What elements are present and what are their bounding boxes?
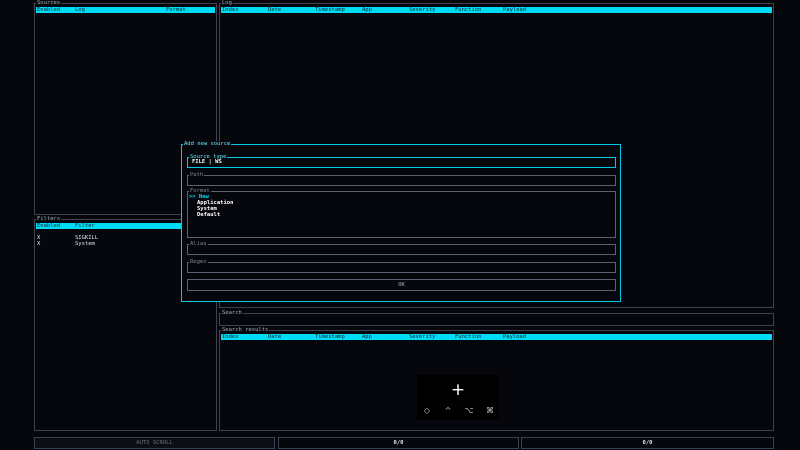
shift-key-icon[interactable]: ◇ [421,406,433,415]
column-header-filter: Filter [75,223,95,229]
column-header-enabled: Enabled [37,223,61,229]
column-header-index: Index [222,334,239,340]
log-table-header: Index Date Timestamp App Severity Functi… [221,7,772,13]
column-header-timestamp: Timestamp [315,334,345,340]
column-header-app: App [362,7,372,13]
log-panel-title: Log [221,0,233,7]
column-header-severity: Severity [409,7,436,13]
command-key-icon[interactable]: ⌘ [484,406,496,415]
path-field[interactable]: Path [187,172,616,186]
regex-label: Regex [189,259,208,266]
search-input[interactable]: Search [219,310,774,326]
option-key-icon[interactable]: ⌥ [463,406,475,415]
search-counter: 0/0 [521,437,774,449]
search-label: Search [221,310,243,317]
column-header-log: Log [75,7,85,13]
column-header-format: Format [166,7,186,13]
regex-field[interactable]: Regex [187,259,616,273]
keyboard-overlay: + ◇ ^ ⌥ ⌘ [417,375,499,420]
filters-panel-title: Filters [36,216,62,223]
column-header-function: Function [455,334,482,340]
column-header-date: Date [268,7,282,13]
column-header-timestamp: Timestamp [315,7,345,13]
search-results-table-header: Index Date Timestamp App Severity Functi… [221,334,772,340]
filter-name: System [75,241,95,247]
log-counter: 0/0 [278,437,519,449]
sources-table-header: Enabled Log Format [36,7,215,13]
control-key-icon[interactable]: ^ [442,406,454,415]
column-header-app: App [362,334,372,340]
alias-label: Alias [189,241,208,248]
ok-button[interactable]: OK [187,279,616,291]
add-source-dialog[interactable]: Add new source Source type FILE | WS Pat… [181,141,621,302]
alias-field[interactable]: Alias [187,241,616,255]
column-header-function: Function [455,7,482,13]
format-list[interactable]: Format >> New Application System Default [187,188,616,238]
filter-enabled-mark[interactable]: X [37,241,40,247]
column-header-payload: Payload [503,334,527,340]
source-type-selector[interactable]: Source type FILE | WS [187,154,616,168]
search-results-title: Search results [221,327,270,334]
path-label: Path [189,172,205,179]
plus-icon[interactable]: + [417,381,499,399]
column-header-severity: Severity [409,334,436,340]
column-header-date: Date [268,334,282,340]
source-type-options[interactable]: FILE | WS [192,159,222,165]
auto-scroll-button[interactable]: AUTO SCROLL [34,437,275,449]
sources-panel-title: Sources [36,0,62,7]
column-header-enabled: Enabled [37,7,61,13]
dialog-title: Add new source [183,141,232,148]
column-header-payload: Payload [503,7,527,13]
format-option-default[interactable]: Default [197,212,220,218]
column-header-index: Index [222,7,239,13]
